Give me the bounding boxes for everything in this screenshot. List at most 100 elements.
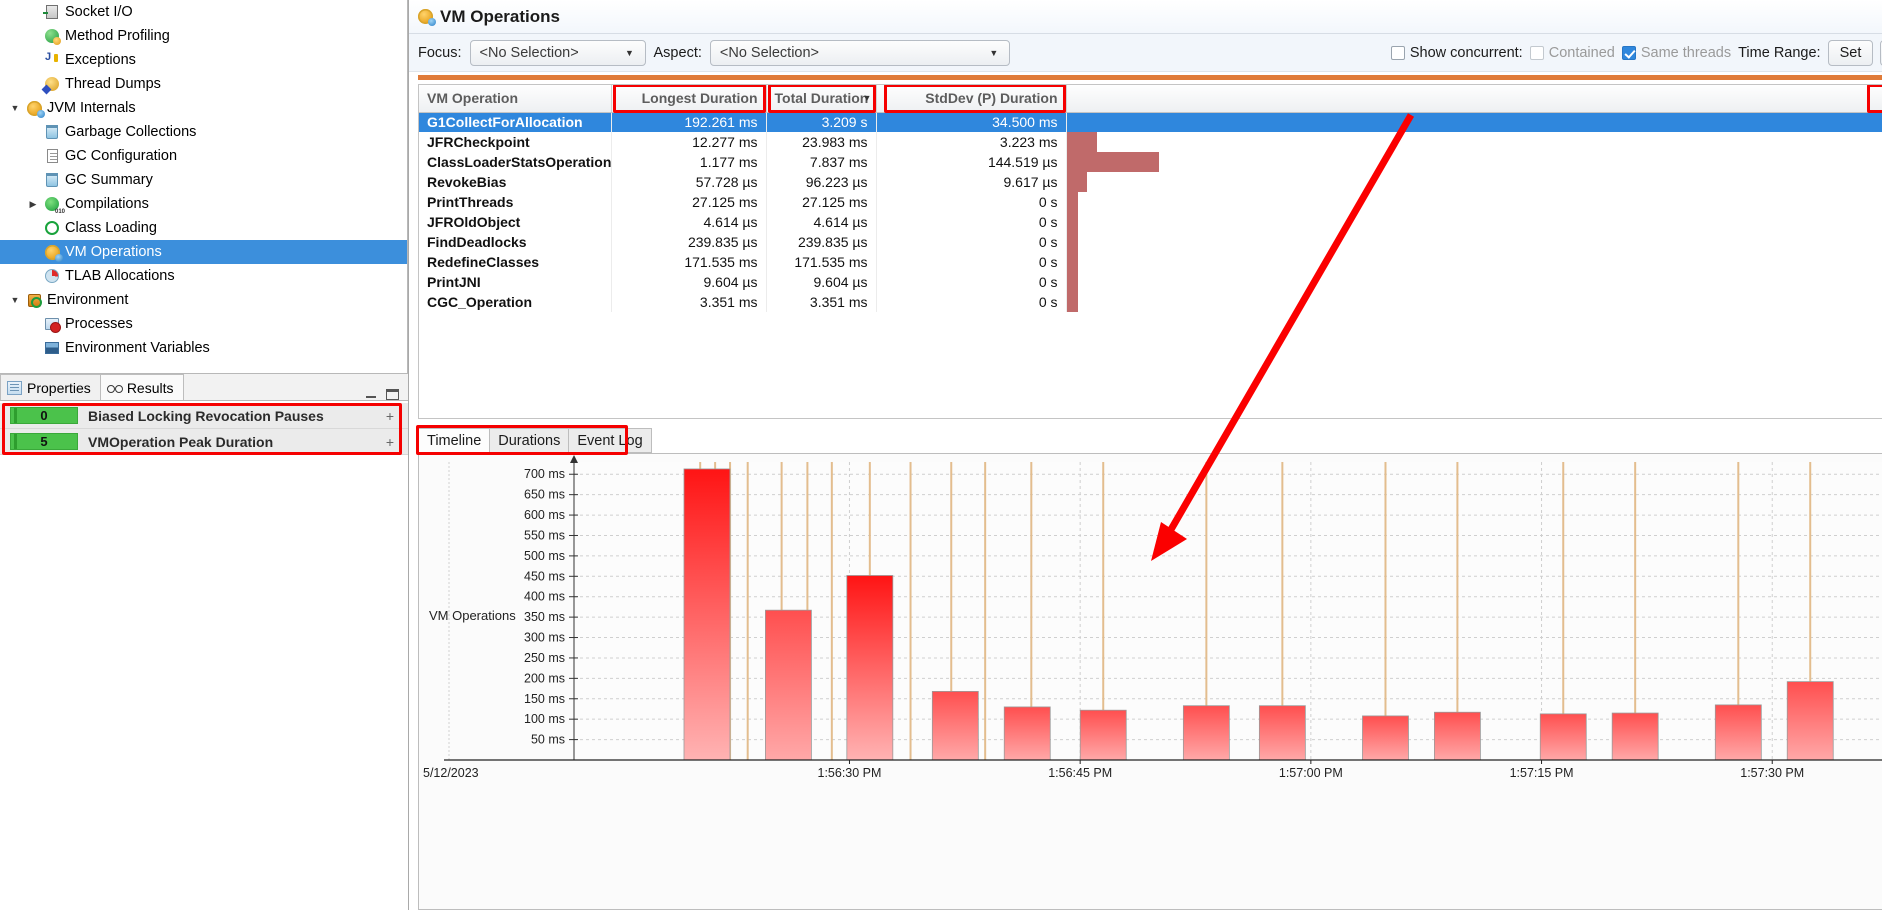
cell-total: 4.614 µs	[766, 212, 877, 232]
tab-properties-label: Properties	[27, 379, 91, 396]
chart-tab-label: Event Log	[577, 432, 643, 449]
jmc-window: Socket I/O Method Profiling Exceptions Thre…	[0, 0, 1882, 910]
svg-text:250 ms: 250 ms	[524, 651, 565, 665]
twisty-expanded-icon[interactable]: ▼	[6, 295, 24, 305]
chart-tab-timeline[interactable]: Timeline	[418, 428, 491, 453]
chevron-down-icon: ▼	[625, 47, 634, 58]
twisty-expanded-icon[interactable]: ▼	[6, 103, 24, 113]
tree-item-compilations[interactable]: ▶ Compilations	[0, 192, 407, 216]
cell-operation: JFRCheckpoint	[419, 132, 612, 152]
result-row[interactable]: 0 Biased Locking Revocation Pauses +	[0, 403, 408, 429]
tree-item-socket-i-o[interactable]: Socket I/O	[0, 0, 407, 24]
cell-longest: 239.835 µs	[611, 232, 767, 252]
tree-item-jvm-internals[interactable]: ▼ JVM Internals	[0, 96, 407, 120]
result-expand-button[interactable]: +	[386, 408, 408, 424]
minimize-icon[interactable]	[365, 389, 378, 400]
table-row[interactable]: G1CollectForAllocation 192.261 ms 3.209 s3…	[419, 112, 1882, 132]
result-score-badge: 5	[10, 433, 78, 450]
tree-item-processes[interactable]: Processes	[0, 312, 407, 336]
show-concurrent-group[interactable]: Show concurrent:	[1390, 45, 1523, 61]
cell-operation: FindDeadlocks	[419, 232, 612, 252]
chart-tab-durations[interactable]: Durations	[489, 428, 570, 453]
svg-text:1:57:30 PM: 1:57:30 PM	[1740, 766, 1804, 780]
result-row[interactable]: 5 VMOperation Peak Duration +	[0, 429, 408, 455]
column-header-label: VM Operation	[427, 90, 519, 107]
table-header: VM Operation Longest Duration Total Durati…	[419, 85, 1882, 113]
tree-item-vm-operations[interactable]: VM Operations	[0, 240, 407, 264]
table-row[interactable]: JFRCheckpoint12.277 ms23.983 ms3.223 ms3	[419, 132, 1882, 152]
table-row[interactable]: JFROldObject4.614 µs4.614 µs0 s1	[419, 212, 1882, 232]
same-threads-checkbox[interactable]	[1621, 45, 1636, 60]
show-concurrent-checkbox[interactable]	[1390, 45, 1405, 60]
jvm-internals-icon	[24, 99, 45, 118]
class-loading-icon	[42, 219, 62, 237]
svg-text:150 ms: 150 ms	[524, 692, 565, 706]
table-row[interactable]: RevokeBias57.728 µs96.223 µs9.617 µs2	[419, 172, 1882, 192]
tree-item-method-profiling[interactable]: Method Profiling	[0, 24, 407, 48]
table-row[interactable]: PrintThreads27.125 ms27.125 ms0 s1	[419, 192, 1882, 212]
cell-stddev: 0 s	[876, 272, 1067, 292]
cell-total: 7.837 ms	[766, 152, 877, 172]
timeline-chart[interactable]: 50 ms 100 ms 150 ms 200 ms 250 ms 300 ms 350 m…	[418, 453, 1882, 910]
tree-item-thread-dumps[interactable]: Thread Dumps	[0, 72, 407, 96]
same-threads-group[interactable]: Same threads	[1621, 45, 1731, 61]
table-row[interactable]: RedefineClasses171.535 ms171.535 ms0 s1	[419, 252, 1882, 272]
count-histogram-bar	[1066, 192, 1079, 212]
tree-item-label: VM Operations	[65, 244, 162, 260]
result-label: Biased Locking Revocation Pauses	[88, 407, 324, 424]
cell-longest: 171.535 ms	[611, 252, 767, 272]
result-score-badge: 0	[10, 407, 78, 424]
svg-text:650 ms: 650 ms	[524, 488, 565, 502]
vm-operations-table-container[interactable]: VM Operation Longest Duration Total Durati…	[418, 84, 1882, 419]
cell-longest: 9.604 µs	[611, 272, 767, 292]
cell-total: 3.209 s	[766, 112, 877, 132]
tree-item-label: GC Configuration	[65, 148, 178, 164]
maximize-icon[interactable]	[386, 389, 399, 400]
left-sidebar: Socket I/O Method Profiling Exceptions Thre…	[0, 0, 408, 910]
tree-item-exceptions[interactable]: Exceptions	[0, 48, 407, 72]
cell-total: 27.125 ms	[766, 192, 877, 212]
tab-properties[interactable]: Properties	[0, 374, 101, 400]
table-row[interactable]: ClassLoaderStatsOperation 1.177 ms 7.837 m…	[419, 152, 1882, 172]
contained-group[interactable]: Contained	[1529, 45, 1615, 61]
tree-item-class-loading[interactable]: Class Loading	[0, 216, 407, 240]
result-label: VMOperation Peak Duration	[88, 433, 274, 450]
cell-stddev: 34.500 ms	[876, 112, 1067, 132]
column-header-count[interactable]: Count	[1066, 85, 1882, 113]
focus-value: <No Selection>	[479, 44, 579, 61]
tlab-icon	[42, 267, 62, 285]
svg-text:1:57:00 PM: 1:57:00 PM	[1279, 766, 1343, 780]
main-panel: VM Operations Focus: <No Selection> ▼ As…	[408, 0, 1882, 910]
tree-item-garbage-collections[interactable]: Garbage Collections	[0, 120, 407, 144]
tab-results[interactable]: Results	[99, 374, 184, 400]
tree-item-environment[interactable]: ▼ Environment	[0, 288, 407, 312]
cell-longest: 12.277 ms	[611, 132, 767, 152]
table-row[interactable]: PrintJNI9.604 µs9.604 µs0 s1	[419, 272, 1882, 292]
tree-item-tlab-allocations[interactable]: TLAB Allocations	[0, 264, 407, 288]
tree-item-gc-configuration[interactable]: GC Configuration	[0, 144, 407, 168]
cell-longest: 4.614 µs	[611, 212, 767, 232]
navigation-tree[interactable]: Socket I/O Method Profiling Exceptions Thre…	[0, 0, 408, 374]
result-expand-button[interactable]: +	[386, 434, 408, 450]
environment-icon	[24, 291, 44, 309]
table-row[interactable]: CGC_Operation3.351 ms3.351 ms0 s1	[419, 292, 1882, 312]
time-range-bar[interactable]	[418, 75, 1882, 80]
tree-item-environment-variables[interactable]: Environment Variables	[0, 336, 407, 360]
processes-icon	[42, 315, 62, 333]
twisty-collapsed-icon[interactable]: ▶	[24, 199, 42, 210]
aspect-select[interactable]: <No Selection> ▼	[709, 39, 1010, 66]
column-header-longest[interactable]: Longest Duration	[611, 85, 767, 113]
chart-tab-event-log[interactable]: Event Log	[568, 428, 652, 453]
column-header-total[interactable]: Total Duration	[766, 85, 877, 113]
cell-total: 23.983 ms	[766, 132, 877, 152]
tree-item-gc-summary[interactable]: GC Summary	[0, 168, 407, 192]
table-row[interactable]: FindDeadlocks239.835 µs239.835 µs0 s1	[419, 232, 1882, 252]
time-range-set-button[interactable]: Set	[1827, 39, 1874, 66]
vm-operations-icon	[42, 243, 63, 262]
score-tick	[14, 408, 17, 423]
column-header-operation[interactable]: VM Operation	[419, 85, 612, 113]
cell-stddev: 9.617 µs	[876, 172, 1067, 192]
focus-select[interactable]: <No Selection> ▼	[469, 39, 646, 66]
contained-checkbox[interactable]	[1529, 45, 1544, 60]
column-header-stddev[interactable]: ▼ StdDev (P) Duration	[863, 85, 1067, 113]
